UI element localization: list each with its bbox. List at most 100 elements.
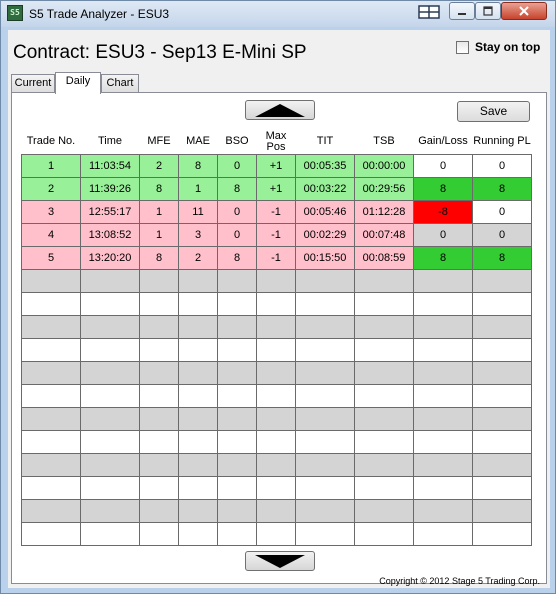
empty-cell[interactable] bbox=[178, 383, 218, 408]
cell-bso[interactable]: 0 bbox=[217, 222, 257, 247]
cell-running-pl[interactable]: 0 bbox=[472, 153, 532, 178]
tab-current[interactable]: Current bbox=[11, 74, 55, 93]
empty-cell[interactable] bbox=[354, 383, 414, 408]
empty-cell[interactable] bbox=[21, 521, 81, 546]
cell-tsb[interactable]: 00:29:56 bbox=[354, 176, 414, 201]
empty-cell[interactable] bbox=[139, 268, 179, 293]
cell-gain-loss[interactable]: 0 bbox=[413, 153, 473, 178]
empty-cell[interactable] bbox=[256, 521, 296, 546]
table-row[interactable]: 2 11:39:26 8 1 8 +1 00:03:22 00:29:56 8 8 bbox=[21, 176, 532, 201]
column-header-max-pos[interactable]: Max Pos bbox=[256, 130, 296, 154]
empty-cell[interactable] bbox=[21, 475, 81, 500]
cell-running-pl[interactable]: 8 bbox=[472, 176, 532, 201]
cell-gain-loss[interactable]: 8 bbox=[413, 245, 473, 270]
empty-table-row[interactable] bbox=[21, 268, 532, 293]
empty-cell[interactable] bbox=[21, 406, 81, 431]
empty-cell[interactable] bbox=[217, 498, 257, 523]
empty-table-row[interactable] bbox=[21, 498, 532, 523]
cell-tit[interactable]: 00:03:22 bbox=[295, 176, 355, 201]
cell-mfe[interactable]: 8 bbox=[139, 245, 179, 270]
empty-cell[interactable] bbox=[413, 314, 473, 339]
empty-cell[interactable] bbox=[139, 360, 179, 385]
empty-cell[interactable] bbox=[256, 291, 296, 316]
empty-cell[interactable] bbox=[295, 268, 355, 293]
empty-cell[interactable] bbox=[139, 521, 179, 546]
empty-cell[interactable] bbox=[217, 383, 257, 408]
cell-trade-no[interactable]: 5 bbox=[21, 245, 81, 270]
empty-cell[interactable] bbox=[256, 314, 296, 339]
empty-cell[interactable] bbox=[295, 521, 355, 546]
empty-cell[interactable] bbox=[295, 429, 355, 454]
cell-running-pl[interactable]: 8 bbox=[472, 245, 532, 270]
empty-cell[interactable] bbox=[472, 383, 532, 408]
empty-cell[interactable] bbox=[80, 429, 140, 454]
empty-cell[interactable] bbox=[139, 314, 179, 339]
empty-cell[interactable] bbox=[413, 452, 473, 477]
empty-cell[interactable] bbox=[21, 498, 81, 523]
cell-gain-loss[interactable]: -8 bbox=[413, 199, 473, 224]
cell-mae[interactable]: 3 bbox=[178, 222, 218, 247]
empty-cell[interactable] bbox=[178, 337, 218, 362]
empty-cell[interactable] bbox=[80, 521, 140, 546]
cell-tsb[interactable]: 00:08:59 bbox=[354, 245, 414, 270]
empty-cell[interactable] bbox=[472, 314, 532, 339]
empty-cell[interactable] bbox=[217, 475, 257, 500]
empty-cell[interactable] bbox=[217, 452, 257, 477]
cell-mae[interactable]: 2 bbox=[178, 245, 218, 270]
empty-cell[interactable] bbox=[472, 475, 532, 500]
empty-cell[interactable] bbox=[178, 360, 218, 385]
empty-cell[interactable] bbox=[139, 406, 179, 431]
empty-table-row[interactable] bbox=[21, 521, 532, 546]
cell-tit[interactable]: 00:05:46 bbox=[295, 199, 355, 224]
save-button[interactable]: Save bbox=[457, 101, 530, 122]
empty-cell[interactable] bbox=[472, 360, 532, 385]
empty-cell[interactable] bbox=[217, 406, 257, 431]
table-row[interactable]: 1 11:03:54 2 8 0 +1 00:05:35 00:00:00 0 0 bbox=[21, 153, 532, 178]
cell-max-pos[interactable]: +1 bbox=[256, 176, 296, 201]
empty-cell[interactable] bbox=[139, 498, 179, 523]
cell-mae[interactable]: 1 bbox=[178, 176, 218, 201]
layout-grid-icon[interactable] bbox=[417, 3, 441, 21]
cell-mfe[interactable]: 2 bbox=[139, 153, 179, 178]
empty-cell[interactable] bbox=[354, 475, 414, 500]
scroll-up-button[interactable] bbox=[245, 100, 315, 120]
cell-time[interactable]: 13:08:52 bbox=[80, 222, 140, 247]
empty-cell[interactable] bbox=[472, 498, 532, 523]
empty-cell[interactable] bbox=[256, 498, 296, 523]
empty-cell[interactable] bbox=[413, 406, 473, 431]
table-row[interactable]: 3 12:55:17 1 11 0 -1 00:05:46 01:12:28 -8 0 bbox=[21, 199, 532, 224]
empty-table-row[interactable] bbox=[21, 475, 532, 500]
cell-max-pos[interactable]: -1 bbox=[256, 199, 296, 224]
empty-cell[interactable] bbox=[413, 498, 473, 523]
cell-running-pl[interactable]: 0 bbox=[472, 199, 532, 224]
empty-cell[interactable] bbox=[256, 475, 296, 500]
empty-cell[interactable] bbox=[178, 429, 218, 454]
empty-cell[interactable] bbox=[256, 406, 296, 431]
empty-cell[interactable] bbox=[217, 360, 257, 385]
cell-mae[interactable]: 8 bbox=[178, 153, 218, 178]
cell-tit[interactable]: 00:15:50 bbox=[295, 245, 355, 270]
empty-cell[interactable] bbox=[139, 291, 179, 316]
empty-cell[interactable] bbox=[354, 337, 414, 362]
empty-cell[interactable] bbox=[178, 406, 218, 431]
empty-cell[interactable] bbox=[139, 452, 179, 477]
empty-cell[interactable] bbox=[256, 360, 296, 385]
empty-cell[interactable] bbox=[354, 360, 414, 385]
cell-tsb[interactable]: 00:07:48 bbox=[354, 222, 414, 247]
empty-cell[interactable] bbox=[80, 360, 140, 385]
empty-cell[interactable] bbox=[21, 337, 81, 362]
scroll-down-button[interactable] bbox=[245, 551, 315, 571]
empty-cell[interactable] bbox=[256, 268, 296, 293]
empty-cell[interactable] bbox=[472, 406, 532, 431]
empty-cell[interactable] bbox=[354, 429, 414, 454]
cell-bso[interactable]: 8 bbox=[217, 245, 257, 270]
empty-cell[interactable] bbox=[413, 360, 473, 385]
cell-trade-no[interactable]: 4 bbox=[21, 222, 81, 247]
empty-cell[interactable] bbox=[256, 383, 296, 408]
cell-time[interactable]: 13:20:20 bbox=[80, 245, 140, 270]
empty-cell[interactable] bbox=[178, 314, 218, 339]
empty-cell[interactable] bbox=[295, 475, 355, 500]
cell-trade-no[interactable]: 2 bbox=[21, 176, 81, 201]
empty-cell[interactable] bbox=[413, 429, 473, 454]
cell-max-pos[interactable]: +1 bbox=[256, 153, 296, 178]
